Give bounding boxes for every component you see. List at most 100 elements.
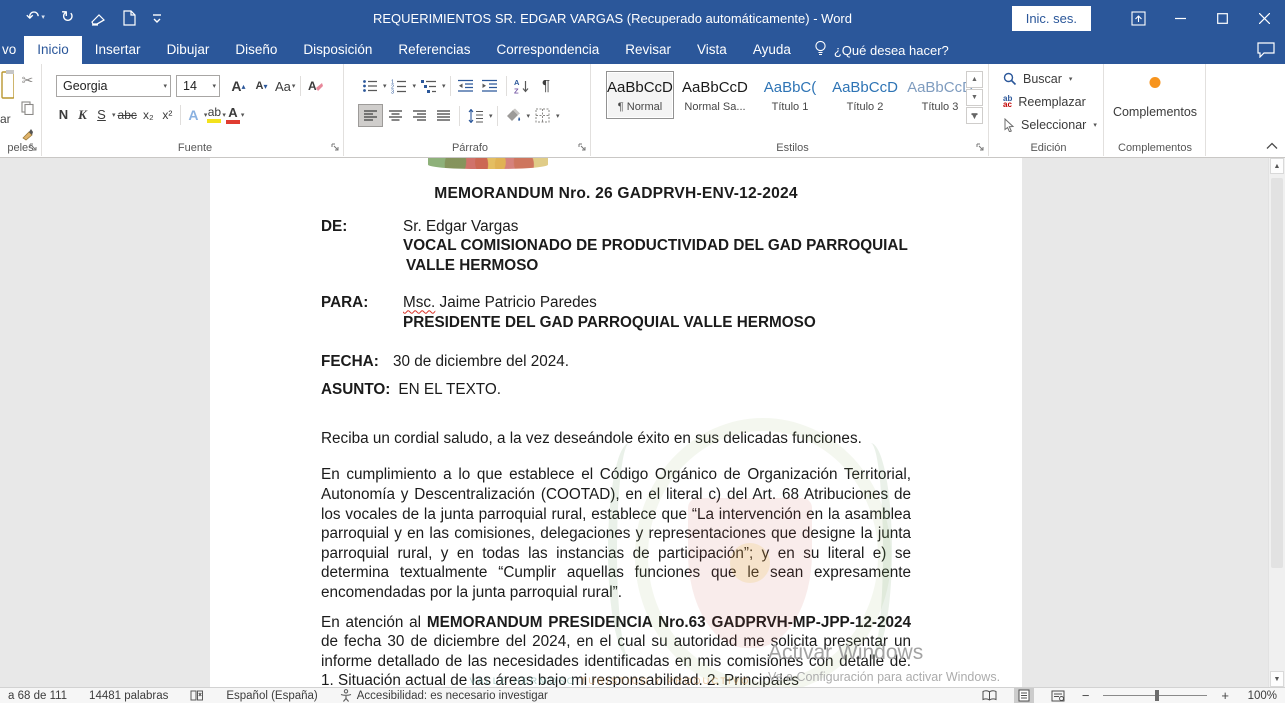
tab-disposicion[interactable]: Disposición: [290, 36, 385, 64]
shrink-font-button[interactable]: A▾: [250, 76, 273, 97]
style-titulo-3[interactable]: AaBbCcD Título 3: [906, 71, 974, 119]
new-document-icon[interactable]: [123, 10, 136, 26]
line-spacing-icon[interactable]: [464, 105, 487, 126]
document-page[interactable]: VALLE HERMOSO TURISTICO Y PRODUCTIVO MEM…: [210, 158, 1022, 687]
styles-dialog-launcher-icon[interactable]: [976, 143, 985, 152]
page-indicator[interactable]: a 68 de 111: [8, 690, 67, 702]
zoom-level[interactable]: 100%: [1243, 690, 1277, 702]
language-indicator[interactable]: Español (España): [226, 690, 317, 702]
font-color-button[interactable]: A: [226, 106, 240, 124]
maximize-button[interactable]: [1201, 0, 1243, 36]
ribbon-display-options-icon[interactable]: [1117, 0, 1159, 36]
borders-icon[interactable]: [531, 105, 554, 126]
proofing-errors-icon[interactable]: [190, 689, 204, 702]
eraser-icon[interactable]: [90, 11, 107, 26]
superscript-button[interactable]: x²: [158, 104, 177, 125]
styles-more-icon[interactable]: ▬▼: [966, 107, 983, 124]
replace-button[interactable]: ab ac Reemplazar: [1003, 95, 1086, 109]
highlight-color-button[interactable]: ab: [207, 106, 221, 123]
tab-referencias[interactable]: Referencias: [385, 36, 483, 64]
print-layout-icon[interactable]: [1014, 688, 1034, 703]
align-left-button[interactable]: [358, 104, 383, 127]
find-button[interactable]: Buscar ▾: [1003, 72, 1072, 86]
change-case-button[interactable]: Aa▾: [273, 76, 297, 97]
styles-scroll-down-icon[interactable]: ▼: [966, 89, 983, 106]
multilevel-dropdown-icon[interactable]: ▾: [442, 82, 446, 90]
read-mode-icon[interactable]: [980, 688, 1000, 703]
font-color-dropdown-icon[interactable]: ▾: [241, 111, 245, 119]
style-normal-sa[interactable]: AaBbCcDc Normal Sa...: [681, 71, 749, 119]
tab-vista[interactable]: Vista: [684, 36, 740, 64]
undo-icon[interactable]: ↶▾: [26, 10, 45, 26]
font-family-combobox[interactable]: Georgia▾: [56, 75, 171, 97]
multilevel-list-icon[interactable]: [417, 75, 440, 96]
style-titulo-1[interactable]: AaBbC( Título 1: [756, 71, 824, 119]
minimize-button[interactable]: [1159, 0, 1201, 36]
accessibility-status[interactable]: Accesibilidad: es necesario investigar: [340, 689, 548, 702]
cut-icon[interactable]: ✂: [16, 70, 39, 91]
borders-dropdown-icon[interactable]: ▾: [556, 112, 560, 120]
vertical-scrollbar[interactable]: ▲ ▼: [1268, 158, 1285, 687]
align-center-button[interactable]: [384, 105, 407, 126]
tab-correspondencia[interactable]: Correspondencia: [483, 36, 612, 64]
scroll-down-icon[interactable]: ▼: [1270, 671, 1284, 687]
tab-insertar[interactable]: Insertar: [82, 36, 154, 64]
scrollbar-thumb[interactable]: [1271, 178, 1283, 568]
numbering-icon[interactable]: 123: [388, 75, 411, 96]
font-size-combobox[interactable]: 14▾: [176, 75, 220, 97]
shading-icon[interactable]: [502, 105, 525, 126]
increase-indent-icon[interactable]: [479, 75, 502, 96]
sort-icon[interactable]: AZ: [511, 75, 534, 96]
scroll-up-icon[interactable]: ▲: [1270, 158, 1284, 174]
font-dialog-launcher-icon[interactable]: [331, 143, 340, 152]
undo-dropdown-icon[interactable]: ▾: [41, 10, 45, 26]
style-titulo-2[interactable]: AaBbCcD Título 2: [831, 71, 899, 119]
align-right-button[interactable]: [408, 105, 431, 126]
tell-me-box[interactable]: ¿Qué desea hacer?: [804, 36, 959, 64]
decrease-indent-icon[interactable]: [455, 75, 478, 96]
paragraph-dialog-launcher-icon[interactable]: [578, 143, 587, 152]
strikethrough-button[interactable]: abc: [116, 104, 139, 125]
tab-dibujar[interactable]: Dibujar: [154, 36, 223, 64]
shading-dropdown-icon[interactable]: ▾: [527, 112, 531, 120]
redo-icon[interactable]: ↻: [61, 10, 74, 26]
qat-customize-icon[interactable]: [152, 11, 162, 25]
justify-button[interactable]: [432, 105, 455, 126]
tab-diseno[interactable]: Diseño: [222, 36, 290, 64]
bullets-icon[interactable]: [358, 75, 381, 96]
bold-button[interactable]: N: [54, 104, 73, 125]
zoom-out-button[interactable]: −: [1082, 689, 1090, 702]
styles-scroll-up-icon[interactable]: ▲: [966, 71, 983, 88]
tab-ayuda[interactable]: Ayuda: [740, 36, 804, 64]
bullets-dropdown-icon[interactable]: ▾: [383, 82, 387, 90]
style-normal[interactable]: AaBbCcDc ¶ Normal: [606, 71, 674, 119]
group-fuente: Georgia▾ 14▾ A▴ A▾ Aa▾ A N K S ▾ abc x₂: [47, 64, 344, 156]
zoom-in-button[interactable]: +: [1221, 689, 1229, 702]
comments-icon[interactable]: [1257, 42, 1275, 63]
clear-formatting-icon[interactable]: A: [304, 76, 327, 97]
sign-in-button[interactable]: Inic. ses.: [1012, 6, 1091, 31]
zoom-slider-thumb[interactable]: [1155, 690, 1159, 701]
show-paragraph-marks-icon[interactable]: ¶: [535, 75, 558, 96]
zoom-slider[interactable]: [1103, 695, 1207, 696]
select-button[interactable]: Seleccionar ▾: [1003, 118, 1097, 132]
paste-label-partial[interactable]: ar: [0, 112, 11, 126]
collapse-ribbon-icon[interactable]: [1266, 142, 1278, 150]
web-layout-icon[interactable]: [1048, 688, 1068, 703]
text-effects-button[interactable]: A: [184, 104, 203, 125]
underline-button[interactable]: S: [92, 104, 111, 125]
line-spacing-dropdown-icon[interactable]: ▾: [489, 112, 493, 120]
addins-dot-icon[interactable]: [1150, 77, 1161, 88]
numbering-dropdown-icon[interactable]: ▾: [413, 82, 417, 90]
tab-inicio[interactable]: Inicio: [24, 36, 82, 64]
word-count[interactable]: 14481 palabras: [89, 690, 168, 702]
tab-archivo-partial[interactable]: vo: [0, 36, 24, 64]
clipboard-dialog-launcher-icon[interactable]: [29, 143, 38, 152]
copy-icon[interactable]: [16, 97, 39, 118]
close-button[interactable]: [1243, 0, 1285, 36]
italic-button[interactable]: K: [73, 104, 92, 125]
addins-button[interactable]: Complementos: [1105, 105, 1205, 119]
subscript-button[interactable]: x₂: [139, 104, 158, 125]
tab-revisar[interactable]: Revisar: [612, 36, 684, 64]
grow-font-button[interactable]: A▴: [227, 76, 250, 97]
